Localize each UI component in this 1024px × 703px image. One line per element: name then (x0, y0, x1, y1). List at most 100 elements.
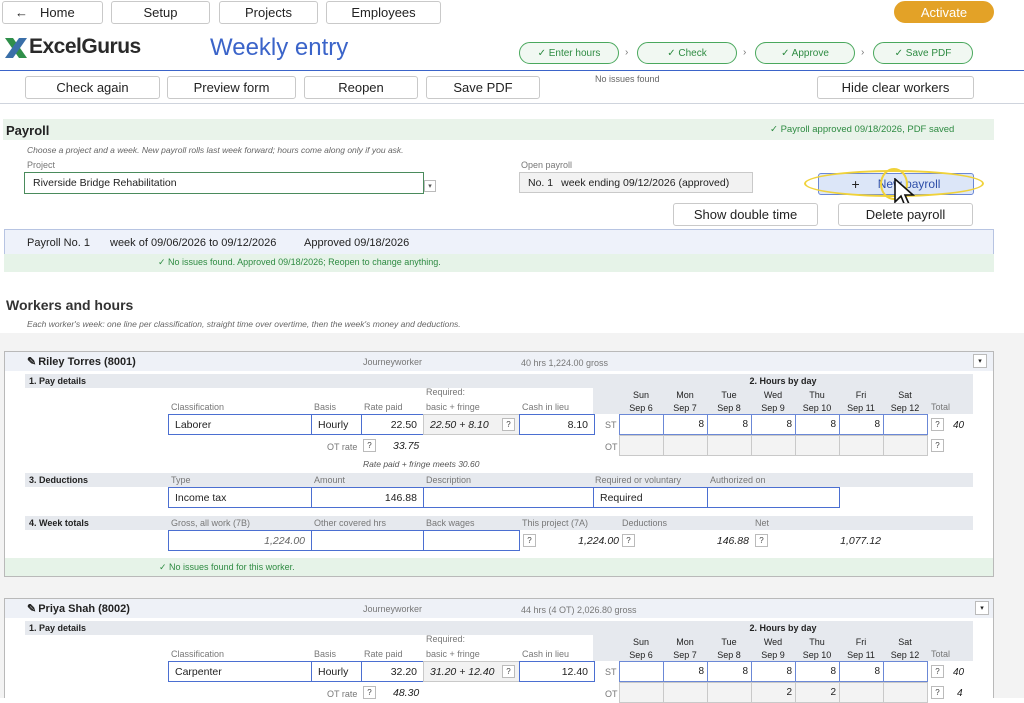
ot-hours-cell[interactable] (663, 435, 708, 456)
projects-button[interactable]: Projects (219, 1, 318, 24)
ot-hours-cell[interactable] (839, 682, 884, 703)
cash-in-lieu-field[interactable]: 12.40 (519, 661, 595, 682)
net-label: Net (755, 518, 770, 528)
ot-hours-cell[interactable] (795, 435, 840, 456)
st-total: 40 (953, 420, 965, 431)
step-approve[interactable]: ✓ Approve (755, 42, 855, 64)
ot-hours-cell[interactable]: 2 (795, 682, 840, 703)
help-icon[interactable]: ? (502, 665, 515, 678)
help-icon[interactable]: ? (363, 439, 376, 452)
day-header: Fri Sep 11 (847, 637, 875, 660)
help-icon[interactable]: ? (523, 534, 536, 547)
this-project-value: 1,224.00 (578, 535, 619, 547)
step-enter-hours[interactable]: ✓ Enter hours (519, 42, 619, 64)
st-hours-cell[interactable]: 8 (663, 414, 708, 435)
help-icon[interactable]: ? (502, 418, 515, 431)
deduction-type-field[interactable]: Income tax (168, 487, 312, 508)
st-hours-cell[interactable] (883, 661, 928, 682)
ot-hours-cell[interactable] (707, 682, 752, 703)
worker-menu-icon[interactable]: ▾ (973, 354, 987, 368)
ot-hours-cell[interactable]: 2 (751, 682, 796, 703)
help-icon[interactable]: ? (755, 534, 768, 547)
ot-hours-cell[interactable] (839, 435, 884, 456)
worker-name[interactable]: ✎ Riley Torres (8001) (27, 355, 136, 368)
st-hours-cell[interactable] (883, 414, 928, 435)
reopen-button[interactable]: Reopen (304, 76, 418, 99)
st-hours-cell[interactable] (619, 661, 664, 682)
total-header: Total (931, 402, 951, 412)
basis-field[interactable]: Hourly (311, 661, 362, 682)
deduction-required-field[interactable]: Required (593, 487, 708, 508)
rate-paid-field[interactable]: 32.20 (361, 661, 424, 682)
help-icon[interactable]: ? (931, 686, 944, 699)
preview-form-button[interactable]: Preview form (167, 76, 296, 99)
open-payroll-field[interactable]: No. 1 week ending 09/12/2026 (approved) (519, 172, 753, 193)
deductions-bar: 3. Deductions (25, 473, 973, 487)
classification-field[interactable]: Carpenter (168, 661, 312, 682)
project-select[interactable]: Riverside Bridge Rehabilitation (24, 172, 424, 194)
ot-hours-cell[interactable] (663, 682, 708, 703)
employees-button[interactable]: Employees (326, 1, 441, 24)
st-hours-cell[interactable]: 8 (751, 661, 796, 682)
required-label: Required: (426, 387, 466, 397)
rate-paid-label: Rate paid (364, 649, 403, 659)
st-hours-cell[interactable] (619, 414, 664, 435)
deductions-col-label: Deductions (622, 518, 668, 528)
basis-label: Basis (314, 649, 337, 659)
ot-hours-cell[interactable] (619, 435, 664, 456)
rate-paid-field[interactable]: 22.50 (361, 414, 424, 435)
ot-hours-cell[interactable] (751, 435, 796, 456)
help-icon[interactable]: ? (931, 665, 944, 678)
st-hours-cell[interactable]: 8 (839, 414, 884, 435)
ot-hours-cell[interactable] (883, 682, 928, 703)
project-dropdown-icon[interactable]: ▾ (424, 180, 436, 192)
other-hours-field[interactable] (311, 530, 424, 551)
this-project-label: This project (7A) (522, 518, 589, 528)
worker-name[interactable]: ✎ Priya Shah (8002) (27, 602, 130, 615)
setup-button[interactable]: Setup (111, 1, 210, 24)
ot-hours-cell[interactable] (883, 435, 928, 456)
ot-label: OT (605, 442, 618, 452)
st-label: ST (605, 420, 617, 430)
help-icon[interactable]: ? (931, 439, 944, 452)
ot-hours-cell[interactable] (707, 435, 752, 456)
activate-button[interactable]: Activate (894, 1, 994, 23)
help-icon[interactable]: ? (622, 534, 635, 547)
classification-label: Classification (171, 649, 225, 659)
hide-clear-workers-button[interactable]: Hide clear workers (817, 76, 974, 99)
cash-in-lieu-field[interactable]: 8.10 (519, 414, 595, 435)
classification-field[interactable]: Laborer (168, 414, 312, 435)
basis-field[interactable]: Hourly (311, 414, 362, 435)
st-hours-cell[interactable]: 8 (707, 414, 752, 435)
show-double-time-button[interactable]: Show double time (673, 203, 818, 226)
st-hours-cell[interactable]: 8 (795, 661, 840, 682)
deduction-amount-field[interactable]: 146.88 (311, 487, 424, 508)
home-button[interactable]: ← Home (2, 1, 103, 24)
step-check[interactable]: ✓ Check (637, 42, 737, 64)
day-header: Sat Sep 12 (890, 637, 920, 660)
ot-hours-cell[interactable] (619, 682, 664, 703)
st-hours-cell[interactable]: 8 (663, 661, 708, 682)
worker-menu-icon[interactable]: ▾ (975, 601, 989, 615)
back-wages-field[interactable] (423, 530, 520, 551)
gross-all-field[interactable]: 1,224.00 (168, 530, 312, 551)
help-icon[interactable]: ? (363, 686, 376, 699)
deduction-description-field[interactable] (423, 487, 594, 508)
pay-details-bar: 1. Pay details (25, 374, 593, 388)
delete-payroll-button[interactable]: Delete payroll (838, 203, 973, 226)
worker-summary: 40 hrs 1,224.00 gross (521, 358, 609, 368)
payroll-title: Payroll (6, 123, 50, 138)
required-label: Required: (426, 634, 466, 644)
st-hours-cell[interactable]: 8 (795, 414, 840, 435)
st-hours-cell[interactable]: 8 (839, 661, 884, 682)
project-label: Project (27, 160, 56, 170)
step-save-pdf[interactable]: ✓ Save PDF (873, 42, 973, 64)
st-hours-cell[interactable]: 8 (751, 414, 796, 435)
check-again-button[interactable]: Check again (25, 76, 160, 99)
help-icon[interactable]: ? (931, 418, 944, 431)
worker-header (5, 352, 993, 371)
deduction-authorized-field[interactable] (707, 487, 840, 508)
save-pdf-button[interactable]: Save PDF (426, 76, 540, 99)
st-hours-cell[interactable]: 8 (707, 661, 752, 682)
hours-by-day-title: 2. Hours by day (749, 376, 817, 386)
